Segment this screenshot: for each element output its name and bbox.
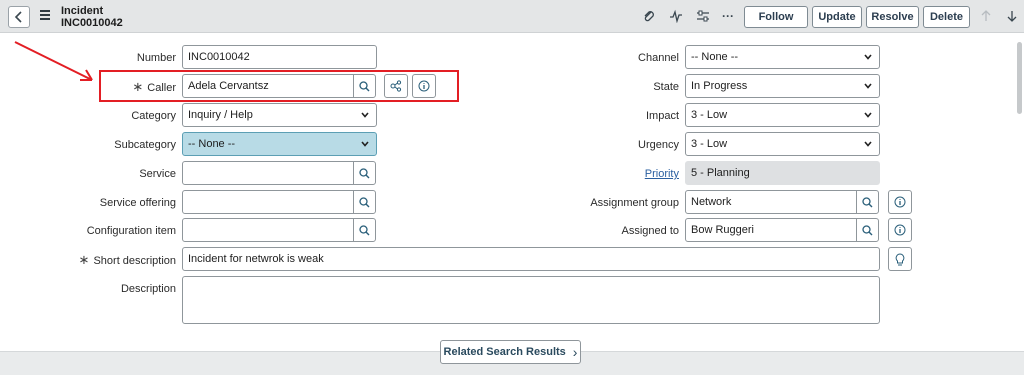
search-icon (359, 224, 370, 235)
assignment-group-field[interactable]: Network (685, 190, 857, 214)
chevron-down-icon (864, 141, 872, 147)
chevron-down-icon (361, 112, 369, 118)
configuration-item-label: Configuration item (86, 225, 176, 237)
search-icon (359, 167, 370, 178)
chevron-down-icon (361, 141, 369, 147)
impact-label: Impact (645, 110, 679, 122)
description-textarea[interactable] (182, 276, 880, 324)
state-label: State (653, 81, 679, 93)
priority-field: 5 - Planning (685, 161, 880, 185)
resolve-button[interactable]: Resolve (866, 6, 919, 28)
chevron-down-icon (864, 112, 872, 118)
channel-select[interactable]: -- None -- (685, 45, 880, 69)
configuration-item-search-button[interactable] (353, 218, 376, 242)
short-description-label: ∗ Short description (78, 252, 176, 268)
follow-button[interactable]: Follow (744, 6, 808, 28)
category-select[interactable]: Inquiry / Help (182, 103, 377, 127)
paperclip-icon[interactable] (641, 8, 657, 24)
required-mark: ∗ (78, 252, 90, 267)
urgency-select[interactable]: 3 - Low (685, 132, 880, 156)
info-icon (894, 224, 906, 236)
annotation-highlight-box (99, 70, 459, 102)
description-label: Description (120, 283, 176, 295)
service-offering-search-button[interactable] (353, 190, 376, 214)
search-icon (359, 196, 370, 207)
service-label: Service (139, 168, 176, 180)
urgency-label: Urgency (638, 139, 679, 151)
update-button[interactable]: Update (812, 6, 862, 28)
priority-link[interactable]: Priority (645, 168, 679, 180)
chevron-down-icon (864, 83, 872, 89)
state-select[interactable]: In Progress (685, 74, 880, 98)
subcategory-select[interactable]: -- None -- (182, 132, 377, 156)
settings-sliders-icon[interactable] (695, 8, 711, 24)
vertical-scrollbar[interactable] (1017, 42, 1022, 114)
assignment-group-label: Assignment group (590, 197, 679, 209)
more-icon[interactable]: ··· (720, 8, 736, 24)
form-header: Incident INC0010042 ··· Follow Update Re… (0, 0, 1024, 33)
suggestion-button[interactable] (888, 247, 912, 271)
short-description-field[interactable]: Incident for netwrok is weak (182, 247, 880, 271)
info-icon (894, 196, 906, 208)
configuration-item-field[interactable] (182, 218, 354, 242)
chevron-down-icon (864, 54, 872, 60)
assigned-to-field[interactable]: Bow Ruggeri (685, 218, 857, 242)
priority-label[interactable]: Priority (540, 167, 679, 181)
service-search-button[interactable] (353, 161, 376, 185)
annotation-arrow (14, 41, 93, 81)
number-field[interactable]: INC0010042 (182, 45, 377, 69)
activity-icon[interactable] (668, 8, 684, 24)
assignment-group-search-button[interactable] (856, 190, 879, 214)
arrow-up-icon[interactable] (979, 8, 993, 24)
service-offering-label: Service offering (99, 197, 176, 209)
assigned-to-label: Assigned to (621, 225, 679, 237)
service-field[interactable] (182, 161, 354, 185)
chevron-right-icon: › (572, 344, 578, 360)
channel-label: Channel (638, 52, 679, 64)
related-search-results-button[interactable]: Related Search Results › (440, 340, 581, 364)
assigned-to-search-button[interactable] (856, 218, 879, 242)
assignment-group-info-button[interactable] (888, 190, 912, 214)
service-offering-field[interactable] (182, 190, 354, 214)
search-icon (862, 224, 873, 235)
impact-select[interactable]: 3 - Low (685, 103, 880, 127)
assigned-to-info-button[interactable] (888, 218, 912, 242)
subcategory-label: Subcategory (114, 139, 176, 151)
search-icon (862, 196, 873, 207)
arrow-down-icon[interactable] (1005, 8, 1019, 24)
lightbulb-icon (895, 252, 905, 265)
delete-button[interactable]: Delete (923, 6, 970, 28)
category-label: Category (131, 110, 176, 122)
